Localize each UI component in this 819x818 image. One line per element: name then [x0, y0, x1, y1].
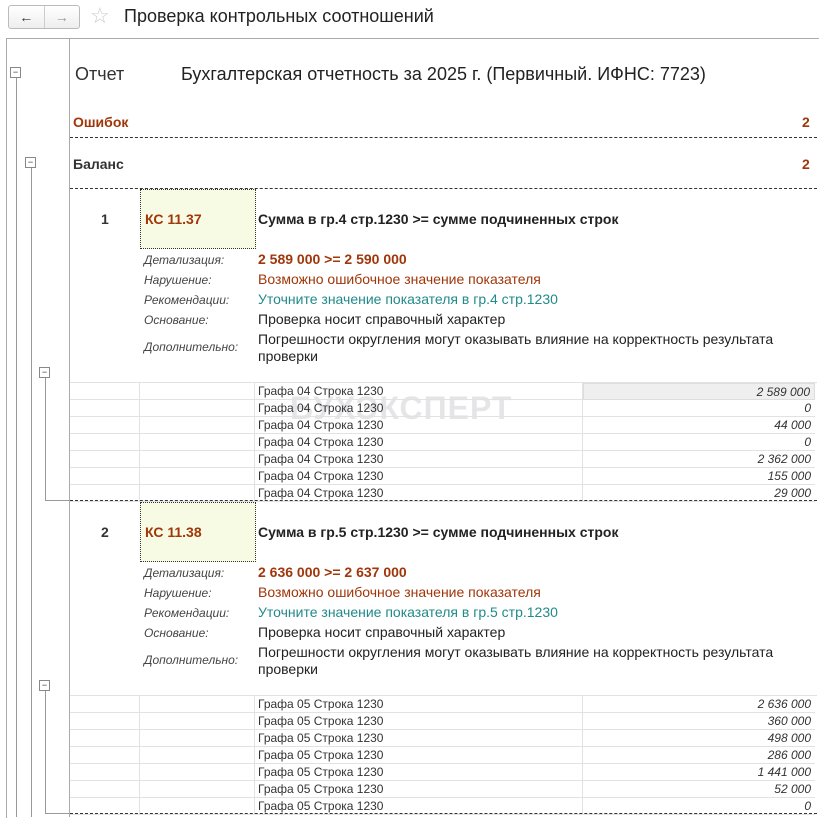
value-basis: Проверка носит справочный характер: [258, 624, 506, 640]
table-cell-empty: [70, 730, 140, 747]
table-cell-empty: [70, 383, 140, 400]
check-number: 2: [101, 524, 109, 540]
collapse-toggle-check: −: [39, 680, 50, 691]
table-cell-empty: [70, 468, 140, 485]
table-row-value[interactable]: 498 000: [583, 730, 815, 747]
divider: [70, 137, 817, 138]
table-cell-empty: [140, 400, 255, 417]
table-cell-empty: [140, 417, 255, 434]
back-button[interactable]: ←: [9, 6, 45, 28]
table-cell-empty: [70, 764, 140, 781]
tree-line: [45, 378, 46, 500]
table-row-value[interactable]: 2 636 000: [583, 696, 815, 713]
nav-buttons: ← →: [8, 5, 80, 29]
table-row-name: Графа 04 Строка 1230: [255, 400, 583, 417]
table-row-value[interactable]: 0: [583, 400, 815, 417]
table-cell-empty: [70, 713, 140, 730]
table-cell-empty: [70, 696, 140, 713]
table-cell-empty: [140, 696, 255, 713]
table-row-value[interactable]: 2 589 000: [583, 383, 815, 400]
report-value: Бухгалтерская отчетность за 2025 г. (Пер…: [181, 64, 706, 84]
table-row-name: Графа 04 Строка 1230: [255, 417, 583, 434]
star-icon[interactable]: ☆: [90, 3, 110, 29]
table-cell-empty: [140, 747, 255, 764]
table-cell-empty: [70, 451, 140, 468]
table-row-name: Графа 05 Строка 1230: [255, 764, 583, 781]
group-count: 2: [802, 156, 810, 172]
table-cell-empty: [70, 781, 140, 798]
table-cell-empty: [70, 417, 140, 434]
table-cell-empty: [140, 781, 255, 798]
tree-line: [45, 813, 69, 814]
label-detail: Детализация:: [144, 253, 225, 267]
tree-line: [45, 500, 69, 501]
table-cell-empty: [140, 730, 255, 747]
label-basis: Основание:: [144, 626, 209, 640]
check-number: 1: [101, 211, 109, 227]
forward-button[interactable]: →: [45, 6, 80, 28]
table-row-name: Графа 05 Строка 1230: [255, 730, 583, 747]
table-row-value[interactable]: 286 000: [583, 747, 815, 764]
tree-line: [45, 691, 46, 813]
table-row-name: Графа 05 Строка 1230: [255, 713, 583, 730]
errors-count: 2: [802, 114, 810, 130]
value-violation: Возможно ошибочное значение показателя: [258, 584, 541, 600]
table-cell-empty: [140, 383, 255, 400]
table-row-value[interactable]: 2 362 000: [583, 451, 815, 468]
collapse-toggle-report[interactable]: −: [10, 67, 21, 78]
table-row-name: Графа 05 Строка 1230: [255, 747, 583, 764]
errors-label: Ошибок: [73, 114, 129, 130]
table-row-name: Графа 04 Строка 1230: [255, 468, 583, 485]
collapse-toggle-check: −: [39, 367, 50, 378]
table-row-name: Графа 04 Строка 1230: [255, 451, 583, 468]
table-row-value[interactable]: 44 000: [583, 417, 815, 434]
value-extra: Погрешности округления могут оказывать в…: [258, 331, 774, 364]
table-cell-empty: [70, 434, 140, 451]
table-row-name: Графа 04 Строка 1230: [255, 383, 583, 400]
table-row-value[interactable]: 1 441 000: [583, 764, 815, 781]
value-detail: 2 636 000 >= 2 637 000: [258, 564, 407, 580]
table-cell-empty: [140, 764, 255, 781]
window-title: Проверка контрольных соотношений: [124, 6, 434, 26]
table-cell-empty: [140, 451, 255, 468]
table-cell-empty: [140, 713, 255, 730]
divider: [70, 500, 817, 501]
value-violation: Возможно ошибочное значение показателя: [258, 271, 541, 287]
label-recommend: Рекомендации:: [144, 293, 230, 307]
value-detail: 2 589 000 >= 2 590 000: [258, 251, 407, 267]
table-row-name: Графа 05 Строка 1230: [255, 696, 583, 713]
value-basis: Проверка носит справочный характер: [258, 311, 506, 327]
table-row-value[interactable]: 360 000: [583, 713, 815, 730]
label-extra: Дополнительно:: [144, 340, 239, 354]
check-code[interactable]: КС 11.37: [145, 211, 202, 227]
report-label: Отчет: [75, 64, 125, 84]
collapse-toggle-group[interactable]: −: [25, 157, 36, 168]
table-row-value[interactable]: 0: [583, 434, 815, 451]
table-cell-empty: [70, 400, 140, 417]
check-title: Сумма в гр.4 стр.1230 >= сумме подчиненн…: [258, 211, 619, 227]
value-recommend: Уточните значение показателя в гр.5 стр.…: [258, 604, 558, 620]
label-violation: Нарушение:: [144, 273, 212, 287]
divider: [70, 813, 817, 814]
table-cell-empty: [140, 468, 255, 485]
check-title: Сумма в гр.5 стр.1230 >= сумме подчиненн…: [258, 524, 619, 540]
label-basis: Основание:: [144, 313, 209, 327]
tree-line: [31, 168, 32, 817]
table-row-name: Графа 05 Строка 1230: [255, 781, 583, 798]
check-code[interactable]: КС 11.38: [145, 524, 202, 540]
table-cell-empty: [140, 434, 255, 451]
table-row-value[interactable]: 52 000: [583, 781, 815, 798]
group-label: Баланс: [73, 156, 124, 172]
label-violation: Нарушение:: [144, 586, 212, 600]
label-recommend: Рекомендации:: [144, 606, 230, 620]
value-extra: Погрешности округления могут оказывать в…: [258, 644, 774, 677]
table-row-name: Графа 04 Строка 1230: [255, 434, 583, 451]
tree-line: [16, 78, 17, 817]
label-extra: Дополнительно:: [144, 653, 239, 667]
table-cell-empty: [70, 747, 140, 764]
label-detail: Детализация:: [144, 566, 225, 580]
table-row-value[interactable]: 155 000: [583, 468, 815, 485]
value-recommend: Уточните значение показателя в гр.4 стр.…: [258, 291, 558, 307]
